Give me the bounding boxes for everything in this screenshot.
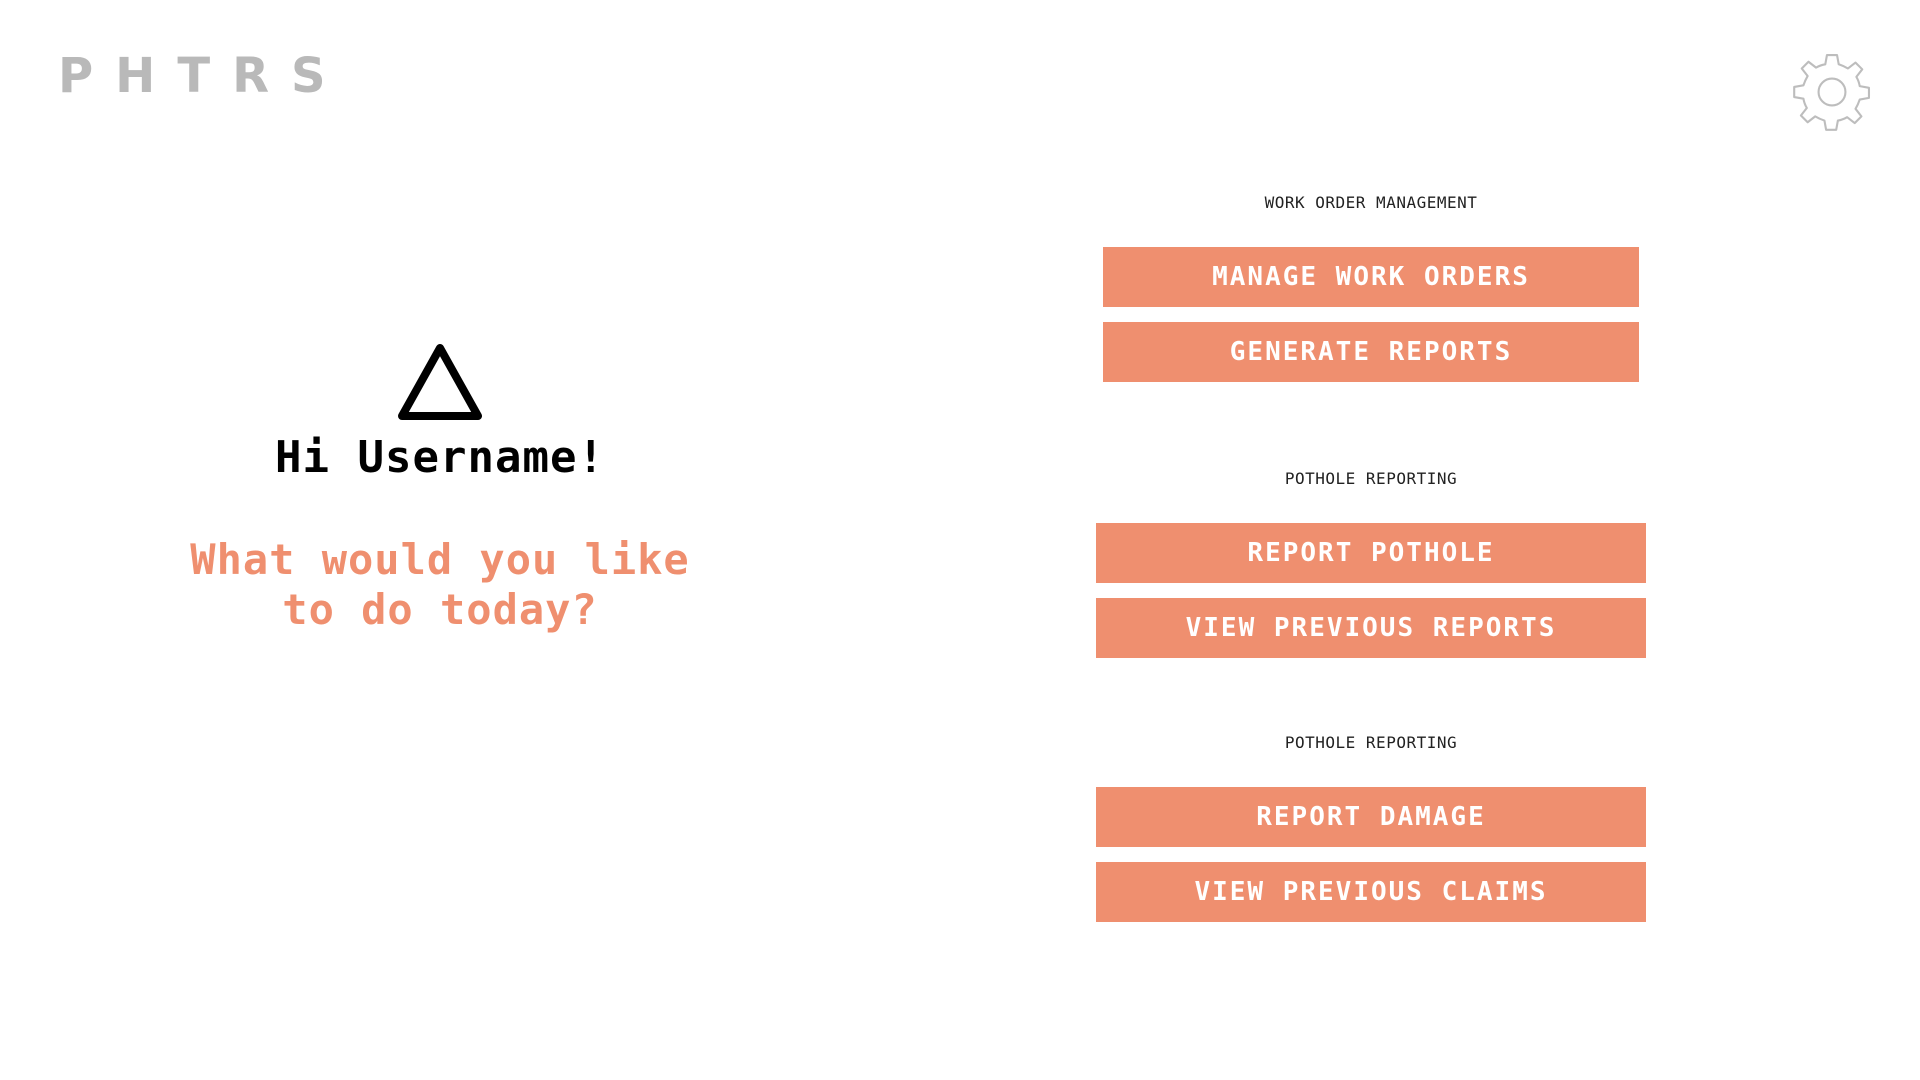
settings-button[interactable] <box>1790 50 1874 134</box>
section-label: POTHOLE REPORTING <box>1284 469 1458 488</box>
view-previous-reports-button[interactable]: VIEW PREVIOUS REPORTS <box>1096 598 1646 658</box>
pothole-reporting-section: POTHOLE REPORTING REPORT POTHOLE VIEW PR… <box>1096 469 1646 658</box>
app-logo: PHTRS <box>58 48 348 104</box>
report-pothole-button[interactable]: REPORT POTHOLE <box>1096 523 1646 583</box>
greeting-panel: Hi Username! What would you like to do t… <box>160 340 720 635</box>
gear-icon <box>1793 53 1871 131</box>
work-order-section: WORK ORDER MANAGEMENT MANAGE WORK ORDERS… <box>1096 193 1646 382</box>
report-damage-button[interactable]: REPORT DAMAGE <box>1096 787 1646 847</box>
section-label: WORK ORDER MANAGEMENT <box>1264 193 1478 212</box>
home-screen: PHTRS Hi Username! What would you like t… <box>0 0 1920 1080</box>
greeting-text: Hi Username! <box>275 432 605 483</box>
manage-work-orders-button[interactable]: MANAGE WORK ORDERS <box>1103 247 1639 307</box>
damage-reporting-section: POTHOLE REPORTING REPORT DAMAGE VIEW PRE… <box>1096 733 1646 922</box>
section-label: POTHOLE REPORTING <box>1284 733 1458 752</box>
generate-reports-button[interactable]: GENERATE REPORTS <box>1103 322 1639 382</box>
greeting-question: What would you like to do today? <box>190 535 690 634</box>
triangle-icon <box>398 344 482 420</box>
view-previous-claims-button[interactable]: VIEW PREVIOUS CLAIMS <box>1096 862 1646 922</box>
